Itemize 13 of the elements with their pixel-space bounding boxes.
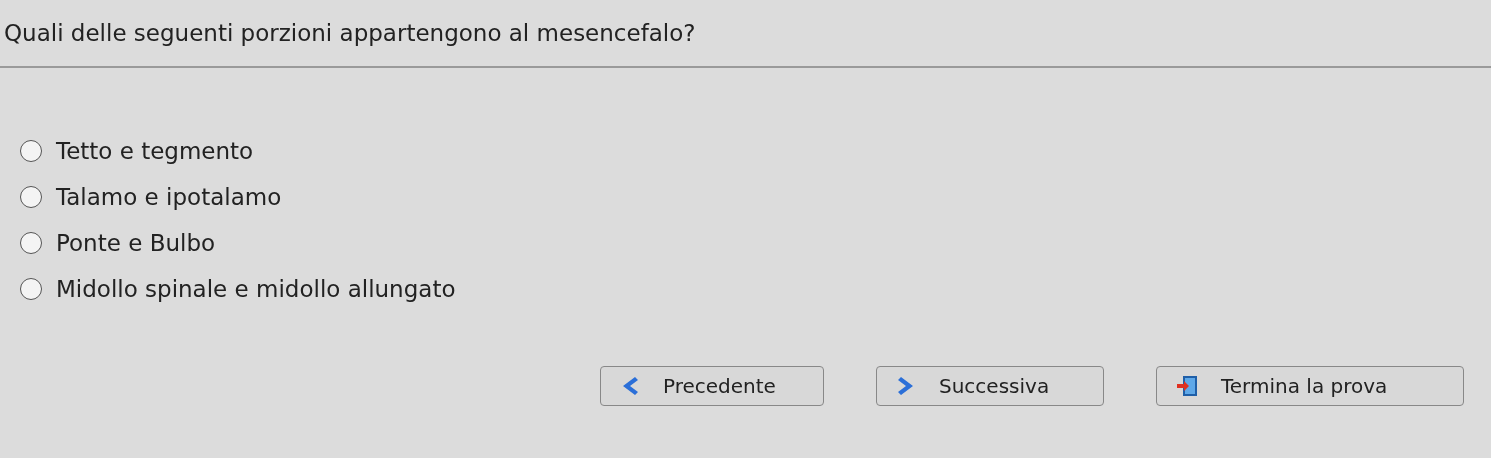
radio-button[interactable]	[20, 140, 42, 162]
nav-button[interactable]: Successiva	[876, 366, 1104, 406]
option-label: Midollo spinale e midollo allungato	[56, 274, 456, 304]
option-label: Talamo e ipotalamo	[56, 182, 282, 212]
nav-button[interactable]: Precedente	[600, 366, 824, 406]
radio-button[interactable]	[20, 278, 42, 300]
nav-button[interactable]: Termina la prova	[1156, 366, 1464, 406]
radio-button[interactable]	[20, 186, 42, 208]
option-label: Tetto e tegmento	[56, 136, 254, 166]
exit-door-icon	[1175, 374, 1199, 398]
question-text: Quali delle seguenti porzioni appartengono al mesencefalo?	[4, 18, 696, 48]
option-label: Ponte e Bulbo	[56, 228, 216, 258]
radio-button[interactable]	[20, 232, 42, 254]
